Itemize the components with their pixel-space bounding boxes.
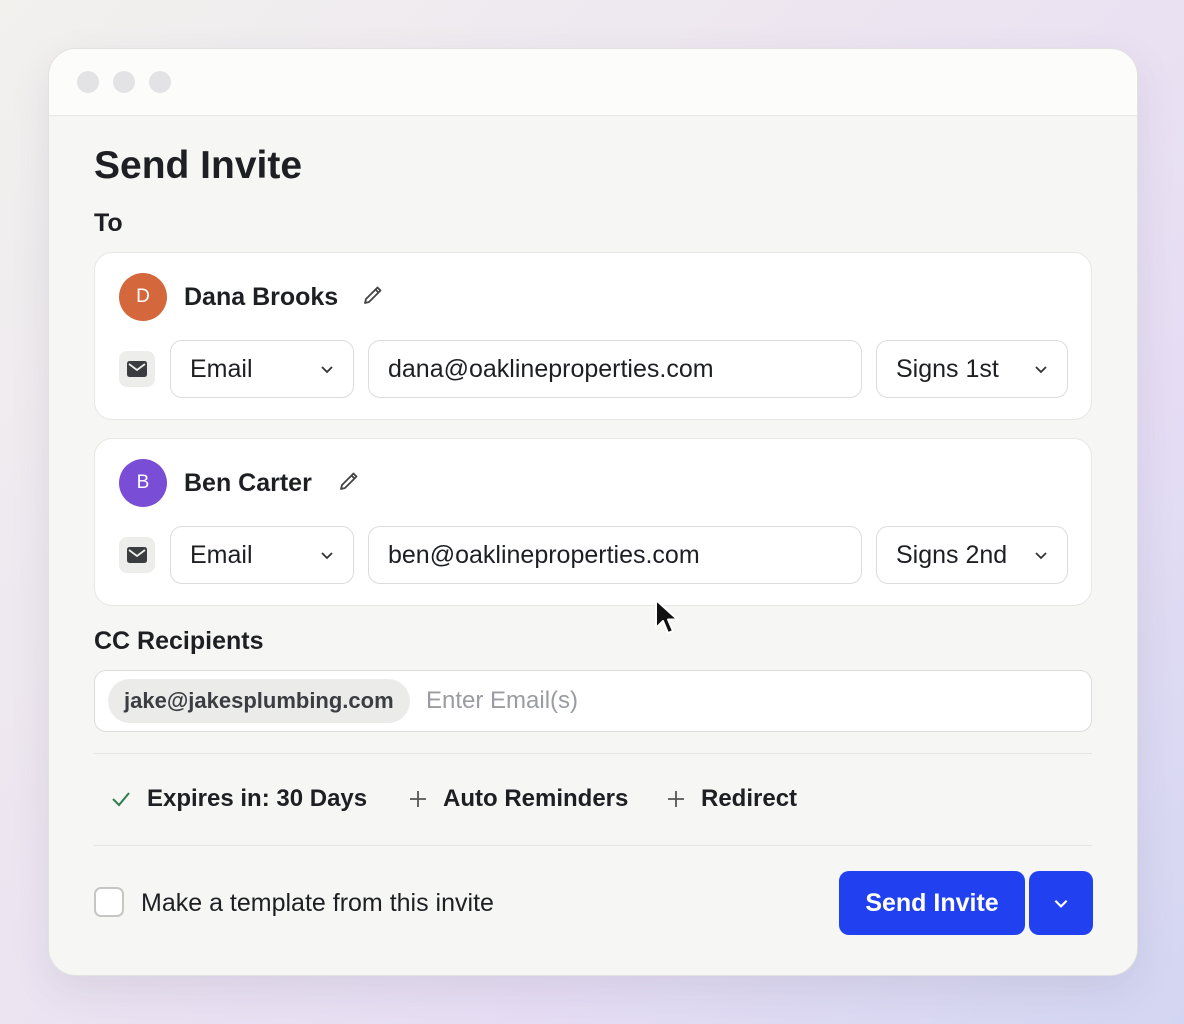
chevron-down-icon [321, 366, 333, 374]
signing-order-value: Signs 2nd [896, 540, 1008, 569]
chevron-down-icon [321, 552, 333, 560]
chevron-down-icon [1054, 899, 1068, 908]
delivery-method-select[interactable]: Email [170, 526, 354, 584]
signing-order-value: Signs 1st [896, 354, 999, 383]
cc-email-chip[interactable]: jake@jakesplumbing.com [108, 679, 410, 723]
recipient-name: Dana Brooks [184, 283, 339, 311]
window-maximize-dot[interactable] [149, 71, 171, 93]
envelope-icon [119, 537, 155, 573]
recipient-card-1: D Dana Brooks Email dana@oaklineproperti… [94, 252, 1092, 420]
cc-email-input[interactable] [426, 679, 926, 723]
send-invite-button[interactable]: Send Invite [839, 871, 1025, 935]
cc-recipients-field[interactable]: jake@jakesplumbing.com [94, 670, 1092, 732]
avatar: D [119, 273, 167, 321]
send-invite-window: Send Invite To D Dana Brooks Email dana@… [48, 48, 1138, 976]
auto-reminders-option[interactable]: Auto Reminders [409, 784, 628, 814]
window-minimize-dot[interactable] [113, 71, 135, 93]
signing-order-select[interactable]: Signs 1st [876, 340, 1068, 398]
chevron-down-icon [1035, 366, 1047, 374]
window-close-dot[interactable] [77, 71, 99, 93]
recipient-card-2: B Ben Carter Email ben@oaklineproperties… [94, 438, 1092, 606]
redirect-option[interactable]: Redirect [667, 784, 797, 814]
make-template-label[interactable]: Make a template from this invite [141, 889, 494, 918]
delivery-method-value: Email [190, 540, 253, 569]
recipient-email-value: dana@oaklineproperties.com [388, 354, 714, 383]
expires-option[interactable]: Expires in: 30 Days [111, 784, 367, 814]
envelope-icon [119, 351, 155, 387]
make-template-checkbox[interactable] [94, 887, 124, 917]
plus-icon [410, 791, 426, 807]
check-icon [112, 792, 130, 807]
expires-label: Expires in: 30 Days [147, 785, 368, 812]
delivery-method-select[interactable]: Email [170, 340, 354, 398]
redirect-label: Redirect [701, 785, 798, 812]
plus-icon [668, 791, 684, 807]
mouse-cursor-icon [655, 599, 679, 634]
recipient-email-input[interactable]: dana@oaklineproperties.com [368, 340, 862, 398]
avatar: B [119, 459, 167, 507]
window-titlebar [49, 49, 1137, 116]
delivery-method-value: Email [190, 354, 253, 383]
signing-order-select[interactable]: Signs 2nd [876, 526, 1068, 584]
to-label: To [94, 209, 123, 237]
divider [94, 753, 1092, 754]
cc-recipients-label: CC Recipients [94, 627, 264, 655]
recipient-name: Ben Carter [184, 469, 312, 497]
page-title: Send Invite [94, 144, 303, 187]
chevron-down-icon [1035, 552, 1047, 560]
recipient-email-input[interactable]: ben@oaklineproperties.com [368, 526, 862, 584]
send-options-dropdown-button[interactable] [1029, 871, 1093, 935]
pencil-icon[interactable] [337, 469, 361, 493]
divider [94, 845, 1092, 846]
auto-reminders-label: Auto Reminders [443, 785, 629, 812]
recipient-email-value: ben@oaklineproperties.com [388, 540, 700, 569]
pencil-icon[interactable] [361, 283, 385, 307]
